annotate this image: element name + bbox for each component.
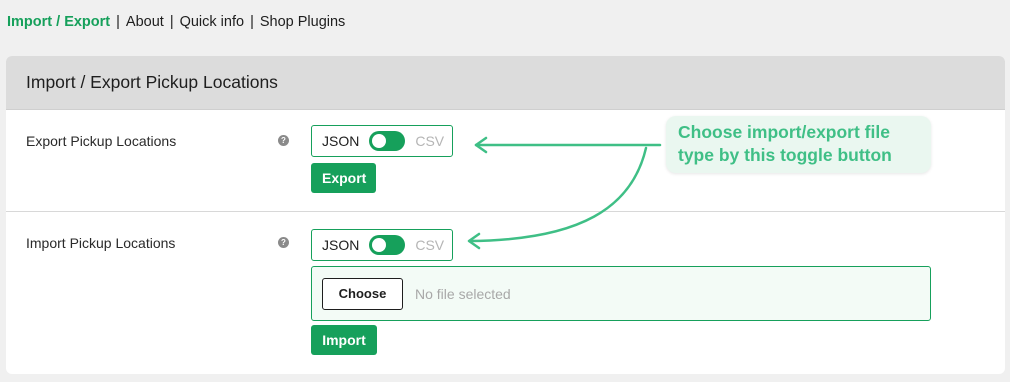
annotation-line-2: type by this toggle button: [678, 145, 892, 165]
csv-option-label: CSV: [415, 133, 445, 149]
json-option-label: JSON: [322, 237, 360, 253]
annotation-callout: Choose import/export file type by this t…: [666, 116, 931, 173]
file-input-area[interactable]: Choose No file selected: [311, 266, 931, 321]
nav-separator: |: [169, 14, 174, 30]
json-option-label: JSON: [322, 133, 360, 149]
import-label: Import Pickup Locations: [26, 235, 176, 251]
export-label: Export Pickup Locations: [26, 133, 177, 149]
choose-file-button[interactable]: Choose: [322, 277, 403, 310]
export-format-switch[interactable]: [369, 131, 406, 151]
import-button[interactable]: Import: [311, 325, 377, 355]
import-format-toggle: JSON CSV: [311, 229, 453, 261]
import-row: Import Pickup Locations ? JSON CSV Choos…: [6, 213, 1005, 374]
annotation-line-1: Choose import/export file: [678, 122, 890, 142]
import-export-card: Import / Export Pickup Locations Export …: [6, 56, 1005, 374]
nav-link-import-export[interactable]: Import / Export: [7, 14, 110, 30]
switch-knob: [372, 238, 387, 252]
question-icon[interactable]: ?: [278, 135, 289, 146]
card-title: Import / Export Pickup Locations: [26, 72, 278, 92]
nav-separator: |: [116, 14, 120, 30]
question-icon[interactable]: ?: [278, 237, 289, 248]
export-button[interactable]: Export: [311, 163, 376, 193]
card-header: Import / Export Pickup Locations: [6, 56, 1005, 110]
nav-link-quick-info[interactable]: Quick info: [180, 14, 244, 30]
nav-link-about[interactable]: About: [126, 14, 164, 30]
export-format-toggle: JSON CSV: [311, 125, 453, 157]
nav-separator: |: [250, 14, 254, 30]
top-nav: Import / Export | About | Quick info | S…: [7, 14, 345, 30]
switch-knob: [372, 134, 387, 148]
import-format-switch[interactable]: [369, 235, 406, 255]
csv-option-label: CSV: [415, 237, 445, 253]
nav-link-shop-plugins[interactable]: Shop Plugins: [260, 14, 345, 30]
file-status-text: No file selected: [415, 285, 511, 302]
